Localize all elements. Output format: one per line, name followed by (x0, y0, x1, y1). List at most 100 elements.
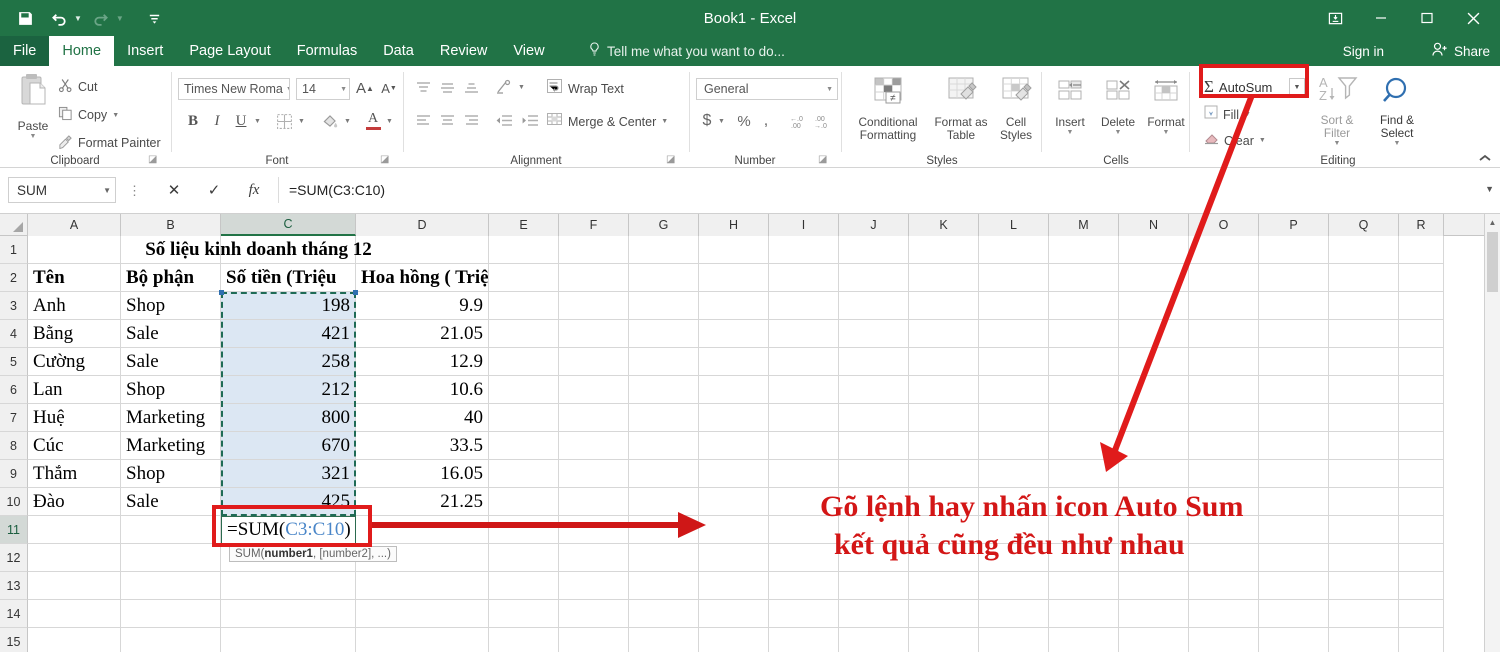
cell-C4[interactable]: 421 (221, 320, 356, 348)
cell-Q13[interactable] (1329, 572, 1399, 600)
cell-B6[interactable]: Shop (121, 376, 221, 404)
cell-R2[interactable] (1399, 264, 1444, 292)
cell-J2[interactable] (839, 264, 909, 292)
cell-M1[interactable] (1049, 236, 1119, 264)
cell-B10[interactable]: Sale (121, 488, 221, 516)
cell-B14[interactable] (121, 600, 221, 628)
cell-Q1[interactable] (1329, 236, 1399, 264)
font-color-button[interactable]: A (362, 108, 384, 132)
cell-C6[interactable]: 212 (221, 376, 356, 404)
cell-K7[interactable] (909, 404, 979, 432)
column-header-f[interactable]: F (559, 214, 629, 236)
cell-A2[interactable]: Tên (28, 264, 121, 292)
cell-O9[interactable] (1189, 460, 1259, 488)
cell-K6[interactable] (909, 376, 979, 404)
increase-indent-button[interactable] (518, 110, 542, 130)
cell-H5[interactable] (699, 348, 769, 376)
cell-K5[interactable] (909, 348, 979, 376)
orientation-dropdown-icon[interactable]: ▼ (518, 84, 525, 91)
row-header-5[interactable]: 5 (0, 348, 28, 376)
cell-B15[interactable] (121, 628, 221, 652)
merge-center-button[interactable]: Merge & Center ▼ (546, 111, 668, 132)
cell-D10[interactable]: 21.25 (356, 488, 489, 516)
collapse-ribbon-button[interactable] (1478, 152, 1492, 166)
cell-R6[interactable] (1399, 376, 1444, 404)
cell-K13[interactable] (909, 572, 979, 600)
cell-P4[interactable] (1259, 320, 1329, 348)
cell-H6[interactable] (699, 376, 769, 404)
cell-L4[interactable] (979, 320, 1049, 348)
cell-A12[interactable] (28, 544, 121, 572)
cell-M8[interactable] (1049, 432, 1119, 460)
cell-Q11[interactable] (1329, 516, 1399, 544)
cell-I4[interactable] (769, 320, 839, 348)
cell-A4[interactable]: Bằng (28, 320, 121, 348)
cell-N6[interactable] (1119, 376, 1189, 404)
column-header-j[interactable]: J (839, 214, 909, 236)
underline-dropdown-icon[interactable]: ▼ (254, 118, 261, 125)
row-header-3[interactable]: 3 (0, 292, 28, 320)
cell-E15[interactable] (489, 628, 559, 652)
cell-Q10[interactable] (1329, 488, 1399, 516)
insert-cells-button[interactable]: Insert ▼ (1046, 72, 1094, 136)
cell-I2[interactable] (769, 264, 839, 292)
cell-L14[interactable] (979, 600, 1049, 628)
cell-A10[interactable]: Đào (28, 488, 121, 516)
cell-D9[interactable]: 16.05 (356, 460, 489, 488)
bottom-align-button[interactable] (460, 77, 482, 97)
cell-I12[interactable] (769, 544, 839, 572)
orientation-button[interactable] (492, 77, 516, 97)
cell-M9[interactable] (1049, 460, 1119, 488)
cell-Q9[interactable] (1329, 460, 1399, 488)
column-header-p[interactable]: P (1259, 214, 1329, 236)
cell-B8[interactable]: Marketing (121, 432, 221, 460)
cell-B13[interactable] (121, 572, 221, 600)
decrease-font-size-button[interactable]: A ▼ (378, 77, 400, 99)
cell-N1[interactable] (1119, 236, 1189, 264)
cell-I13[interactable] (769, 572, 839, 600)
cell-P9[interactable] (1259, 460, 1329, 488)
copy-dropdown-icon[interactable]: ▼ (112, 112, 119, 119)
formula-input[interactable]: =SUM(C3:C10) (278, 177, 1478, 203)
cell-R10[interactable] (1399, 488, 1444, 516)
cell-O6[interactable] (1189, 376, 1259, 404)
cell-R9[interactable] (1399, 460, 1444, 488)
cell-F15[interactable] (559, 628, 629, 652)
cell-D7[interactable]: 40 (356, 404, 489, 432)
cell-G7[interactable] (629, 404, 699, 432)
cell-P11[interactable] (1259, 516, 1329, 544)
bold-button[interactable]: B (182, 110, 204, 132)
cell-K4[interactable] (909, 320, 979, 348)
cell-F11[interactable] (559, 516, 629, 544)
tab-home[interactable]: Home (49, 36, 115, 66)
cell-R1[interactable] (1399, 236, 1444, 264)
top-align-button[interactable] (412, 77, 434, 97)
cell-G9[interactable] (629, 460, 699, 488)
cell-H13[interactable] (699, 572, 769, 600)
cell-J13[interactable] (839, 572, 909, 600)
cell-Q3[interactable] (1329, 292, 1399, 320)
cell-L6[interactable] (979, 376, 1049, 404)
cell-B3[interactable]: Shop (121, 292, 221, 320)
row-header-8[interactable]: 8 (0, 432, 28, 460)
cell-I6[interactable] (769, 376, 839, 404)
cell-O2[interactable] (1189, 264, 1259, 292)
column-header-a[interactable]: A (28, 214, 121, 236)
cell-O7[interactable] (1189, 404, 1259, 432)
number-format-dropdown-icon[interactable]: ▼ (826, 86, 833, 93)
cell-O13[interactable] (1189, 572, 1259, 600)
wrap-text-button[interactable]: Wrap Text (546, 78, 624, 99)
underline-button[interactable]: U (230, 110, 252, 132)
enter-formula-icon[interactable]: ✓ (200, 177, 228, 203)
cell-H7[interactable] (699, 404, 769, 432)
paste-dropdown-icon[interactable]: ▼ (10, 133, 56, 140)
cell-E2[interactable] (489, 264, 559, 292)
column-header-r[interactable]: R (1399, 214, 1444, 236)
cell-B2[interactable]: Bộ phận (121, 264, 221, 292)
cell-O4[interactable] (1189, 320, 1259, 348)
cell-G1[interactable] (629, 236, 699, 264)
font-dialog-launcher[interactable]: ◪ (380, 154, 392, 166)
sort-filter-dropdown-icon[interactable]: ▼ (1308, 140, 1366, 147)
cell-D2[interactable]: Hoa hồng ( Triệu) (356, 264, 489, 292)
cell-D11[interactable] (356, 516, 489, 544)
